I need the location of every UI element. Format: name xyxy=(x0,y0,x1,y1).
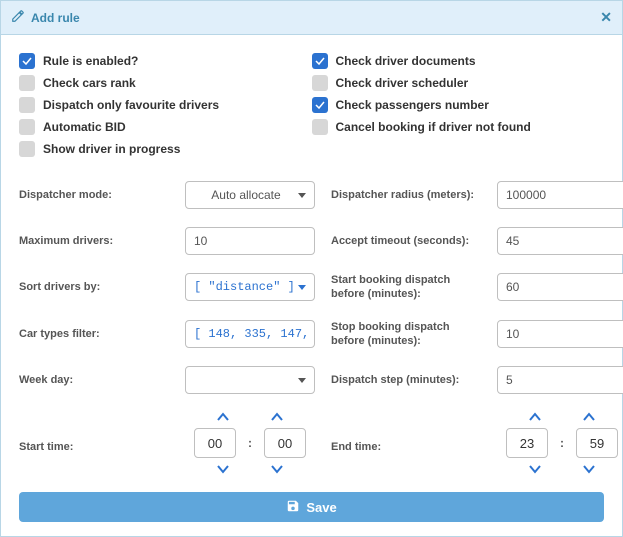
dispatcher-mode-label: Dispatcher mode: xyxy=(19,188,169,202)
checkbox-left-3[interactable]: Automatic BID xyxy=(19,119,312,135)
chevron-down-icon[interactable] xyxy=(528,464,542,474)
start-dispatch-before-label: Start booking dispatch before (minutes): xyxy=(331,273,481,302)
start-time-spinner: 00 : 00 xyxy=(185,412,315,474)
checkbox-right-0[interactable]: Check driver documents xyxy=(312,53,605,69)
checkbox-unchecked-icon xyxy=(19,119,35,135)
checkbox-unchecked-icon xyxy=(312,75,328,91)
checkbox-checked-icon xyxy=(312,97,328,113)
chevron-up-icon[interactable] xyxy=(582,412,596,422)
checkbox-left-1[interactable]: Check cars rank xyxy=(19,75,312,91)
checkbox-unchecked-icon xyxy=(19,141,35,157)
car-types-filter-value: [ 148, 335, 147, 150, xyxy=(194,327,306,341)
checkbox-label: Rule is enabled? xyxy=(43,54,138,68)
checkbox-checked-icon xyxy=(312,53,328,69)
checkbox-right-1[interactable]: Check driver scheduler xyxy=(312,75,605,91)
dialog-title: Add rule xyxy=(31,11,80,25)
chevron-up-icon[interactable] xyxy=(528,412,542,422)
car-types-filter-label: Car types filter: xyxy=(19,327,169,341)
chevron-down-icon[interactable] xyxy=(216,464,230,474)
start-time-hours[interactable]: 00 xyxy=(194,428,236,458)
edit-icon xyxy=(11,9,25,26)
checkbox-label: Dispatch only favourite drivers xyxy=(43,98,219,112)
sort-drivers-combo[interactable]: [ "distance" ] xyxy=(185,273,315,301)
stop-dispatch-before-input[interactable] xyxy=(497,320,623,348)
dispatch-step-label: Dispatch step (minutes): xyxy=(331,373,481,387)
dialog-header: Add rule ✕ xyxy=(1,1,622,35)
chevron-up-icon[interactable] xyxy=(216,412,230,422)
checkbox-label: Automatic BID xyxy=(43,120,126,134)
end-time-spinner: 23 : 59 xyxy=(497,412,623,474)
dispatch-step-input[interactable] xyxy=(497,366,623,394)
end-time-minutes[interactable]: 59 xyxy=(576,428,618,458)
accept-timeout-input[interactable] xyxy=(497,227,623,255)
checkbox-unchecked-icon xyxy=(312,119,328,135)
checkbox-checked-icon xyxy=(19,53,35,69)
car-types-filter-combo[interactable]: [ 148, 335, 147, 150, xyxy=(185,320,315,348)
sort-drivers-value: [ "distance" ] xyxy=(194,280,295,294)
dispatcher-mode-select[interactable]: Auto allocate xyxy=(185,181,315,209)
stop-dispatch-before-label: Stop booking dispatch before (minutes): xyxy=(331,320,481,349)
dispatcher-mode-value: Auto allocate xyxy=(194,188,298,202)
end-time-hours[interactable]: 23 xyxy=(506,428,548,458)
checkbox-label: Cancel booking if driver not found xyxy=(336,120,531,134)
dispatcher-radius-label: Dispatcher radius (meters): xyxy=(331,188,481,202)
end-time-label: End time: xyxy=(331,412,481,454)
checkbox-label: Show driver in progress xyxy=(43,142,180,156)
start-dispatch-before-input[interactable] xyxy=(497,273,623,301)
chevron-down-icon xyxy=(298,285,306,290)
checkbox-label: Check cars rank xyxy=(43,76,136,90)
maximum-drivers-input[interactable] xyxy=(185,227,315,255)
start-time-minutes[interactable]: 00 xyxy=(264,428,306,458)
save-button[interactable]: Save xyxy=(19,492,604,522)
checkbox-left-0[interactable]: Rule is enabled? xyxy=(19,53,312,69)
chevron-up-icon[interactable] xyxy=(270,412,284,422)
week-day-select[interactable] xyxy=(185,366,315,394)
checkbox-label: Check passengers number xyxy=(336,98,489,112)
accept-timeout-label: Accept timeout (seconds): xyxy=(331,234,481,248)
checkbox-unchecked-icon xyxy=(19,97,35,113)
chevron-down-icon xyxy=(298,378,306,383)
checkbox-right-3[interactable]: Cancel booking if driver not found xyxy=(312,119,605,135)
chevron-down-icon[interactable] xyxy=(270,464,284,474)
chevron-down-icon xyxy=(298,193,306,198)
checkbox-left-4[interactable]: Show driver in progress xyxy=(19,141,312,157)
dispatcher-radius-input[interactable] xyxy=(497,181,623,209)
checkbox-unchecked-icon xyxy=(19,75,35,91)
close-icon[interactable]: ✕ xyxy=(600,9,612,26)
dialog-body: Rule is enabled? Check cars rank Dispatch … xyxy=(1,35,622,484)
chevron-down-icon[interactable] xyxy=(582,464,596,474)
save-button-label: Save xyxy=(306,500,336,515)
checkbox-label: Check driver scheduler xyxy=(336,76,469,90)
week-day-label: Week day: xyxy=(19,373,169,387)
checkbox-left-2[interactable]: Dispatch only favourite drivers xyxy=(19,97,312,113)
maximum-drivers-label: Maximum drivers: xyxy=(19,234,169,248)
time-colon: : xyxy=(560,436,564,450)
time-colon: : xyxy=(248,436,252,450)
save-icon xyxy=(286,499,300,516)
sort-drivers-label: Sort drivers by: xyxy=(19,280,169,294)
checkbox-label: Check driver documents xyxy=(336,54,476,68)
start-time-label: Start time: xyxy=(19,412,169,454)
checkbox-right-2[interactable]: Check passengers number xyxy=(312,97,605,113)
